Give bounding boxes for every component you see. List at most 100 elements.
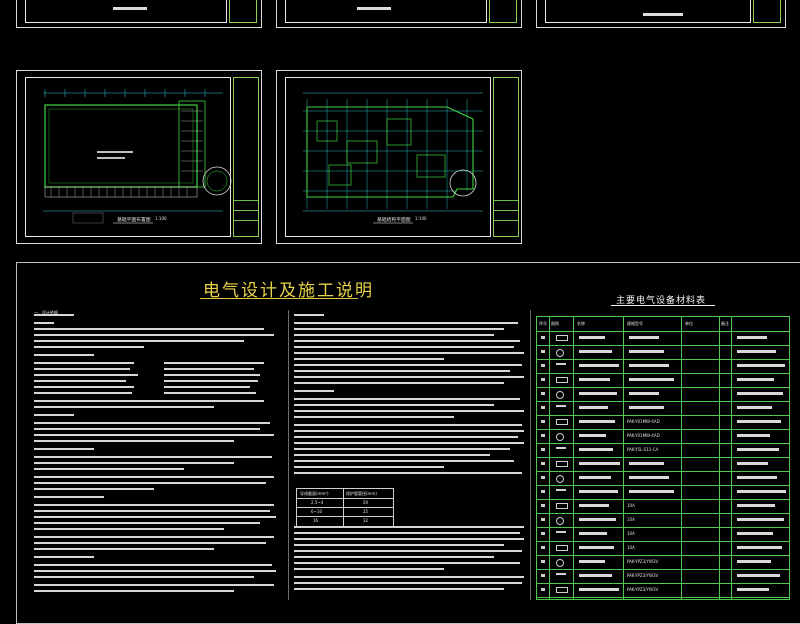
materials-row: PAK-Y5L-S11-CA: [537, 443, 789, 458]
legend-symbol-icon: [556, 461, 568, 467]
item-spec: 10A: [627, 531, 635, 536]
legend-symbol-icon: [556, 545, 568, 551]
materials-title-underline: [611, 305, 715, 306]
sheet-caption: [113, 7, 147, 10]
materials-header-cell: 备注: [721, 321, 729, 326]
item-remark: [737, 434, 770, 437]
item-remark: [737, 350, 776, 353]
title-block: [489, 0, 517, 23]
item-name: [579, 560, 605, 563]
item-remark: [737, 574, 780, 577]
title-block: [229, 0, 257, 23]
item-name: [579, 532, 607, 535]
legend-symbol-icon: [556, 419, 568, 425]
materials-row: [537, 401, 789, 416]
conduit-cell: 32: [363, 518, 369, 523]
row-number-mark: [541, 532, 545, 535]
drawing-sheet-top-2[interactable]: [276, 0, 522, 28]
item-remark: [737, 518, 784, 521]
row-number-mark: [541, 476, 545, 479]
item-remark: [737, 546, 782, 549]
materials-row: [537, 373, 789, 388]
item-remark: [737, 560, 771, 563]
item-remark: [737, 364, 785, 367]
materials-row: [537, 387, 789, 402]
item-remark: [737, 476, 777, 479]
item-spec: 10A: [627, 545, 635, 550]
row-number-mark: [541, 574, 545, 577]
conduit-cell: 20: [363, 500, 369, 505]
materials-header-cell: 单位: [685, 321, 693, 326]
row-number-mark: [541, 462, 545, 465]
materials-row: PAK-YPZ3/YW3V: [537, 569, 789, 584]
item-name: [579, 546, 614, 549]
item-name: [579, 406, 608, 409]
row-number-mark: [541, 546, 545, 549]
legend-symbol-icon: [556, 335, 568, 341]
conduit-size-table: 导线截面(mm²) 保护管管径(mm) 2.5~4 20 6~10 25 16 …: [296, 488, 394, 528]
conduit-header-1: 导线截面(mm²): [300, 491, 329, 496]
materials-row: [537, 457, 789, 472]
row-number-mark: [541, 378, 545, 381]
conduit-header-2: 保护管管径(mm): [346, 491, 377, 496]
legend-symbol-icon: [556, 587, 568, 593]
item-remark: [737, 378, 774, 381]
item-name: [579, 588, 619, 591]
drawing-sheet-top-1[interactable]: [16, 0, 262, 28]
materials-row: 10A: [537, 541, 789, 556]
item-spec: 10A: [627, 503, 635, 508]
item-spec: PAK-Y01MW-4AD: [627, 433, 660, 438]
materials-header-row: 序号 图例 名称 规格型号 单位 备注: [537, 317, 789, 332]
legend-symbol-icon: [556, 475, 564, 483]
drawing-sheet-foundation-structure[interactable]: 基础结构平面图 1:100: [276, 70, 522, 244]
inner-frame: [25, 0, 227, 23]
item-remark: [737, 462, 768, 465]
legend-symbol-icon: [556, 573, 566, 575]
materials-row: 10A: [537, 513, 789, 528]
left-heading-1: 一、设计依据: [34, 310, 58, 315]
legend-symbol-icon: [556, 391, 564, 399]
sheet-label: 基础平面布置图: [117, 216, 151, 222]
legend-symbol-icon: [556, 363, 566, 365]
item-name: [579, 462, 620, 465]
item-name: [579, 378, 610, 381]
item-spec-bar: [629, 336, 659, 339]
legend-symbol-icon: [556, 349, 564, 357]
item-spec-bar: [629, 378, 674, 381]
conduit-cell: 16: [313, 518, 319, 523]
row-number-mark: [541, 392, 545, 395]
item-name: [579, 350, 612, 353]
conduit-cell: 25: [363, 509, 369, 514]
item-name: [579, 434, 606, 437]
materials-row: PAK-Y01MW-4AD: [537, 429, 789, 444]
item-remark: [737, 392, 783, 395]
sheet-scale: 1:100: [415, 216, 427, 221]
row-number-mark: [541, 336, 545, 339]
item-remark: [737, 336, 767, 339]
legend-symbol-icon: [556, 517, 564, 525]
row-number-mark: [541, 448, 545, 451]
title-block: [753, 0, 781, 23]
materials-row: [537, 331, 789, 346]
notes-left-text: [34, 314, 276, 592]
item-name: [579, 574, 612, 577]
sheet-label: 基础结构平面图: [377, 216, 411, 222]
legend-symbol-icon: [556, 377, 568, 383]
conduit-cell: 2.5~4: [311, 500, 324, 505]
item-spec: PAK-Y01MW-4AD: [627, 419, 660, 424]
notes-column-divider: [288, 310, 289, 600]
item-remark: [737, 406, 772, 409]
item-spec-bar: [629, 350, 664, 353]
row-number-mark: [541, 504, 545, 507]
drawing-sheet-top-3[interactable]: [536, 0, 786, 28]
drawing-sheet-foundation-layout[interactable]: 基础平面布置图 1:100: [16, 70, 262, 244]
legend-symbol-icon: [556, 531, 566, 533]
item-spec: PAK-YPZ3/YW3V: [627, 587, 659, 592]
materials-row: 10A: [537, 527, 789, 542]
item-remark: [737, 588, 769, 591]
materials-row: [537, 345, 789, 360]
item-name: [579, 490, 618, 493]
inner-frame: [545, 0, 751, 23]
sheet-scale: 1:100: [155, 216, 167, 221]
materials-header-cell: 图例: [551, 321, 559, 326]
